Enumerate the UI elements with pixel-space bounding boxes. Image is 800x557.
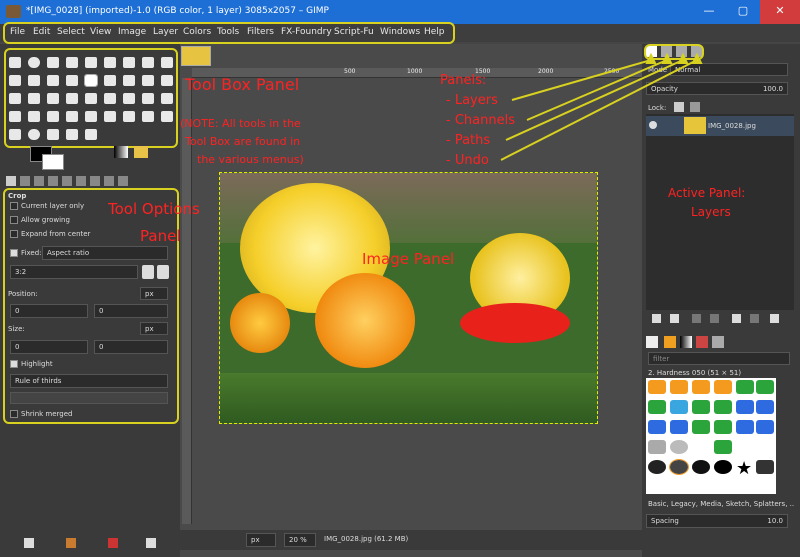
annotation-arrows bbox=[500, 52, 703, 161]
tabs-highlight bbox=[644, 44, 704, 60]
arrow-paths bbox=[505, 59, 684, 141]
